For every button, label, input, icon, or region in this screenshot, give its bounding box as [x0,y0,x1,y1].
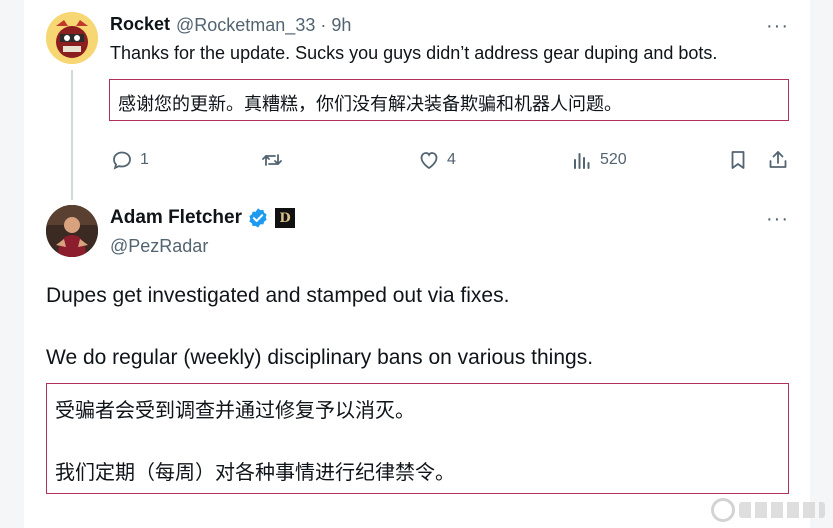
heart-icon [420,152,438,170]
reply-icon [113,151,131,170]
author-handle[interactable]: @PezRadar [110,236,208,257]
author-handle-time[interactable]: @Rocketman_33 · 9h [176,15,351,36]
author-name-row: Adam Fletcher D [110,207,295,229]
verified-badge-icon [249,208,267,228]
thread-connector-line [71,70,73,200]
watermark-eye-icon [711,498,735,522]
bookmark-button[interactable] [726,148,750,172]
more-options-icon[interactable]: ··· [766,209,789,229]
translation-box: 感谢您的更新。真糟糕，你们没有解决装备欺骗和机器人问题。 [109,79,789,121]
translation-line: 受骗者会受到调查并通过修复予以消灭。 [55,400,415,422]
like-button[interactable]: 4 [417,148,456,172]
retweet-button[interactable] [260,148,290,172]
author-name[interactable]: Adam Fletcher [110,207,242,229]
tweet-paragraph: Dupes get investigated and stamped out v… [46,284,510,307]
translation-line: 我们定期（每周）对各种事情进行纪律禁令。 [55,462,455,484]
share-button[interactable] [766,148,790,172]
affiliate-badge-icon[interactable]: D [274,208,295,228]
author-name[interactable]: Rocket [110,14,170,35]
views-count: 520 [600,151,627,168]
tweet-thread: Rocket @Rocketman_33 · 9h ··· Thanks for… [24,0,810,528]
bookmark-icon [731,151,745,169]
watermark-text-mark [739,502,825,518]
tweet-text: Thanks for the update. Sucks you guys di… [110,43,718,63]
affiliate-badge-letter: D [279,210,291,226]
translation-box: 受骗者会受到调查并通过修复予以消灭。 我们定期（每周）对各种事情进行纪律禁令。 [46,383,789,494]
analytics-icon [574,153,590,169]
share-icon [769,151,787,168]
watermark-logo [711,498,825,522]
avatar-rocket[interactable] [46,12,98,64]
avatar-adam-fletcher[interactable] [46,205,98,257]
tweet-actions: 1 4 520 [110,148,790,174]
views-button[interactable]: 520 [570,148,627,172]
tweet-paragraph: We do regular (weekly) disciplinary bans… [46,346,594,369]
reply-count: 1 [140,151,149,168]
like-count: 4 [447,151,456,168]
more-options-icon[interactable]: ··· [766,16,789,36]
translation-text: 感谢您的更新。真糟糕，你们没有解决装备欺骗和机器人问题。 [118,94,622,114]
reply-button[interactable]: 1 [110,148,149,172]
retweet-icon [262,154,282,166]
